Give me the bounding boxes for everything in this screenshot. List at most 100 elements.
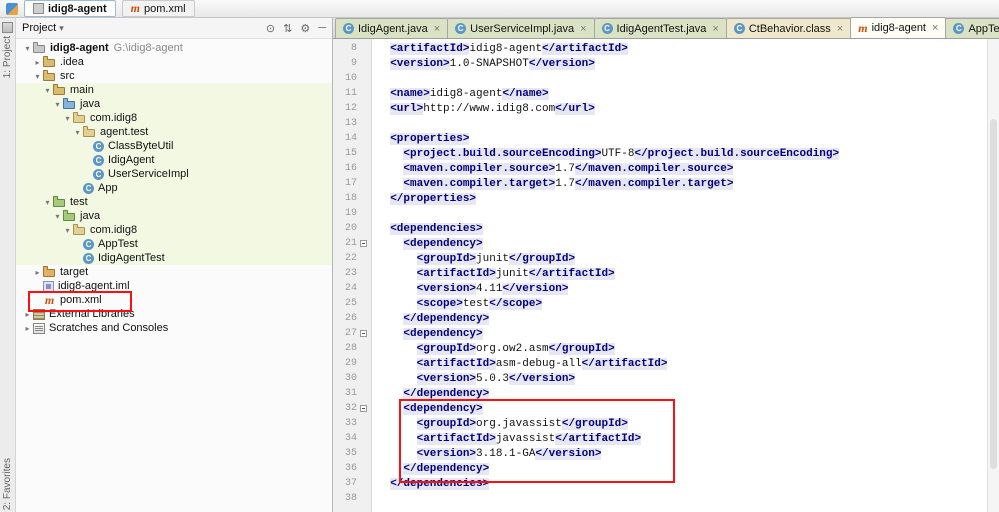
fold-marker-icon[interactable] (357, 146, 371, 161)
window-project-tab[interactable]: idig8-agent (24, 0, 116, 17)
fold-marker-icon[interactable] (357, 371, 371, 386)
code-line[interactable]: 10 (333, 71, 988, 86)
tab-close-icon[interactable]: × (434, 23, 440, 35)
tree-item-apptest[interactable]: C AppTest (16, 237, 332, 251)
fold-marker-icon[interactable] (357, 416, 371, 431)
scrollbar-thumb[interactable] (990, 119, 997, 469)
editor-tab-idig8-agent[interactable]: m idig8-agent × (850, 17, 947, 38)
fold-marker-icon[interactable] (357, 176, 371, 191)
tree-arrow-icon[interactable]: ▾ (62, 114, 73, 123)
code-line[interactable]: 26 </dependency> (333, 311, 988, 326)
tab-close-icon[interactable]: × (837, 23, 843, 35)
fold-marker-icon[interactable] (357, 206, 371, 221)
editor-tab-idigagent.java[interactable]: C IdigAgent.java × (335, 18, 449, 38)
tree-item-com.idig8[interactable]: ▾ com.idig8 (16, 223, 332, 237)
editor-tab-userserviceimpl.java[interactable]: C UserServiceImpl.java × (447, 18, 595, 38)
fold-marker-icon[interactable] (357, 431, 371, 446)
tree-item-app[interactable]: C App (16, 181, 332, 195)
fold-marker-icon[interactable] (357, 356, 371, 371)
fold-marker-icon[interactable] (357, 386, 371, 401)
locate-icon[interactable]: ⊙ (266, 22, 275, 35)
code-line[interactable]: 25 <scope>test</scope> (333, 296, 988, 311)
fold-marker-icon[interactable] (357, 161, 371, 176)
code-line[interactable]: 24 <version>4.11</version> (333, 281, 988, 296)
tab-close-icon[interactable]: × (712, 23, 718, 35)
fold-marker-icon[interactable] (357, 116, 371, 131)
code-line[interactable]: 9 <version>1.0-SNAPSHOT</version> (333, 56, 988, 71)
code-line[interactable]: 21 <dependency> (333, 236, 988, 251)
tree-item-idigagenttest[interactable]: C IdigAgentTest (16, 251, 332, 265)
code-line[interactable]: 14 <properties> (333, 131, 988, 146)
fold-marker-icon[interactable] (357, 311, 371, 326)
window-file-tab[interactable]: m pom.xml (121, 0, 195, 17)
code-line[interactable]: 30 <version>5.0.3</version> (333, 371, 988, 386)
code-line[interactable]: 31 </dependency> (333, 386, 988, 401)
panel-title[interactable]: Project (22, 22, 56, 34)
fold-marker-icon[interactable] (357, 341, 371, 356)
tree-item-java[interactable]: ▾ java (16, 209, 332, 223)
fold-marker-icon[interactable] (357, 446, 371, 461)
fold-marker-icon[interactable] (357, 461, 371, 476)
tree-item-main[interactable]: ▾ main (16, 83, 332, 97)
code-line[interactable]: 38 (333, 491, 988, 506)
fold-marker-icon[interactable] (357, 86, 371, 101)
tree-item-agent.test[interactable]: ▾ agent.test (16, 125, 332, 139)
fold-marker-icon[interactable] (357, 296, 371, 311)
code-line[interactable]: 32 <dependency> (333, 401, 988, 416)
fold-marker-icon[interactable] (357, 71, 371, 86)
tool-button-project[interactable]: 1: Project (0, 22, 15, 78)
tree-item-external-libraries[interactable]: ▸ External Libraries (16, 307, 332, 321)
tree-arrow-icon[interactable]: ▾ (72, 128, 83, 137)
tree-arrow-icon[interactable]: ▾ (42, 198, 53, 207)
tree-arrow-icon[interactable]: ▾ (52, 212, 63, 221)
tree-arrow-icon[interactable]: ▸ (22, 324, 33, 333)
code-line[interactable]: 35 <version>3.18.1-GA</version> (333, 446, 988, 461)
tree-item-pom.xml[interactable]: m pom.xml (16, 293, 332, 307)
tree-item-com.idig8[interactable]: ▾ com.idig8 (16, 111, 332, 125)
editor-scrollbar[interactable] (987, 39, 999, 512)
code-line[interactable]: 11 <name>idig8-agent</name> (333, 86, 988, 101)
tree-arrow-icon[interactable]: ▾ (32, 72, 43, 81)
code-line[interactable]: 18 </properties> (333, 191, 988, 206)
tab-close-icon[interactable]: × (580, 23, 586, 35)
fold-marker-icon[interactable] (357, 236, 371, 251)
fold-marker-icon[interactable] (357, 101, 371, 116)
settings-icon[interactable]: ⚙ (300, 22, 310, 35)
fold-marker-icon[interactable] (357, 251, 371, 266)
fold-marker-icon[interactable] (357, 266, 371, 281)
code-line[interactable]: 29 <artifactId>asm-debug-all</artifactId… (333, 356, 988, 371)
tree-item-java[interactable]: ▾ java (16, 97, 332, 111)
tree-arrow-icon[interactable]: ▾ (52, 100, 63, 109)
fold-marker-icon[interactable] (357, 401, 371, 416)
fold-marker-icon[interactable] (357, 281, 371, 296)
tool-button-favorites[interactable]: 2: Favorites (0, 458, 15, 510)
tree-item-scratches-and-consoles[interactable]: ▸ Scratches and Consoles (16, 321, 332, 335)
tree-arrow-icon[interactable]: ▾ (42, 86, 53, 95)
code-line[interactable]: 15 <project.build.sourceEncoding>UTF-8</… (333, 146, 988, 161)
code-line[interactable]: 37 </dependencies> (333, 476, 988, 491)
code-line[interactable]: 19 (333, 206, 988, 221)
hide-icon[interactable]: ─ (318, 22, 326, 35)
tree-arrow-icon[interactable]: ▸ (32, 268, 43, 277)
code-line[interactable]: 8 <artifactId>idig8-agent</artifactId> (333, 41, 988, 56)
tree-item-idig8-agent[interactable]: ▾ idig8-agent G:\idig8-agent (16, 41, 332, 55)
code-line[interactable]: 20 <dependencies> (333, 221, 988, 236)
editor-tab-idigagenttest.java[interactable]: C IdigAgentTest.java × (593, 18, 727, 38)
code-line[interactable]: 16 <maven.compiler.source>1.7</maven.com… (333, 161, 988, 176)
code-line[interactable]: 13 (333, 116, 988, 131)
code-line[interactable]: 28 <groupId>org.ow2.asm</groupId> (333, 341, 988, 356)
tree-item-idig8-agent.iml[interactable]: idig8-agent.iml (16, 279, 332, 293)
code-line[interactable]: 12 <url>http://www.idig8.com</url> (333, 101, 988, 116)
fold-marker-icon[interactable] (357, 131, 371, 146)
chevron-down-icon[interactable]: ▾ (59, 23, 64, 34)
tree-item-classbyteutil[interactable]: C ClassByteUtil (16, 139, 332, 153)
tree-item-test[interactable]: ▾ test (16, 195, 332, 209)
fold-marker-icon[interactable] (357, 191, 371, 206)
fold-marker-icon[interactable] (357, 41, 371, 56)
code-line[interactable]: 17 <maven.compiler.target>1.7</maven.com… (333, 176, 988, 191)
code-line[interactable]: 33 <groupId>org.javassist</groupId> (333, 416, 988, 431)
tree-item-src[interactable]: ▾ src (16, 69, 332, 83)
fold-marker-icon[interactable] (357, 476, 371, 491)
code-line[interactable]: 34 <artifactId>javassist</artifactId> (333, 431, 988, 446)
code-line[interactable]: 27 <dependency> (333, 326, 988, 341)
